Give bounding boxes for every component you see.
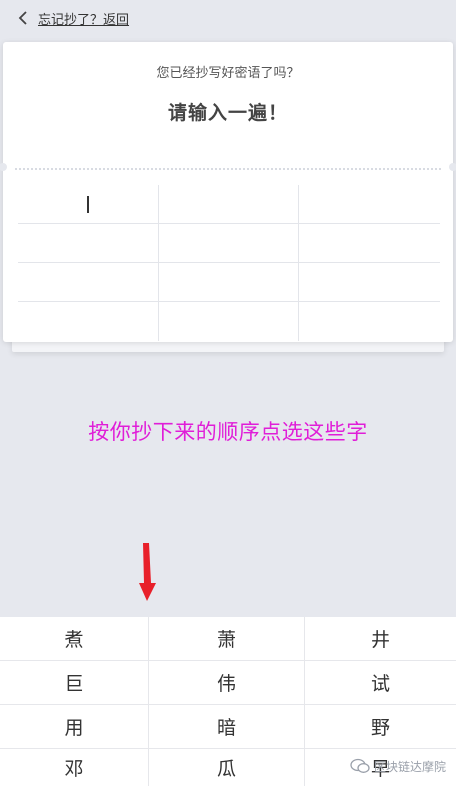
keypad-key[interactable]: 用 [0,705,149,749]
watermark-text: 区块链达摩院 [373,759,446,774]
top-nav: 忘记抄了？返回 [0,0,456,36]
back-link[interactable]: 忘记抄了？返回 [38,9,129,28]
input-cell[interactable] [299,224,440,263]
text-caret [87,195,89,213]
input-cell[interactable] [18,302,159,341]
down-arrow-icon [139,543,156,601]
wechat-icon [350,758,370,773]
input-cell[interactable] [299,302,440,341]
input-cell[interactable] [158,263,300,302]
input-cell[interactable] [159,302,300,341]
keypad-key[interactable]: 伟 [149,661,305,705]
keypad-key[interactable]: 试 [305,661,456,705]
input-cell[interactable] [299,185,440,224]
card-notch-left [0,163,7,171]
card-notch-right [449,163,456,171]
dashed-divider [15,168,441,170]
input-cell[interactable] [299,263,440,302]
input-grid [18,185,440,341]
keypad-key[interactable]: 野 [305,705,456,749]
input-cell[interactable] [158,224,300,263]
keypad-key[interactable]: 邓 [0,749,149,786]
chevron-left-icon[interactable] [12,7,34,29]
instruction-annotation: 按你抄下来的顺序点选这些字 [88,420,368,444]
watermark: 区块链达摩院 [350,754,446,778]
keypad-key[interactable]: 暗 [149,705,305,749]
card-heading: 请输入一遍！ [167,102,288,124]
input-cell[interactable] [158,185,300,224]
card-question: 您已经抄写好密语了吗？ [156,66,300,81]
keypad-key[interactable]: 巨 [0,661,149,705]
keypad-key[interactable]: 井 [305,617,456,661]
input-cell[interactable] [18,224,159,263]
passphrase-card: 您已经抄写好密语了吗？ 请输入一遍！ [0,42,456,342]
keypad-key[interactable]: 煮 [0,617,149,661]
keypad-key[interactable]: 萧 [149,617,305,661]
input-cell[interactable] [18,185,159,224]
keypad-key[interactable]: 瓜 [149,749,305,786]
input-cell[interactable] [18,263,159,302]
